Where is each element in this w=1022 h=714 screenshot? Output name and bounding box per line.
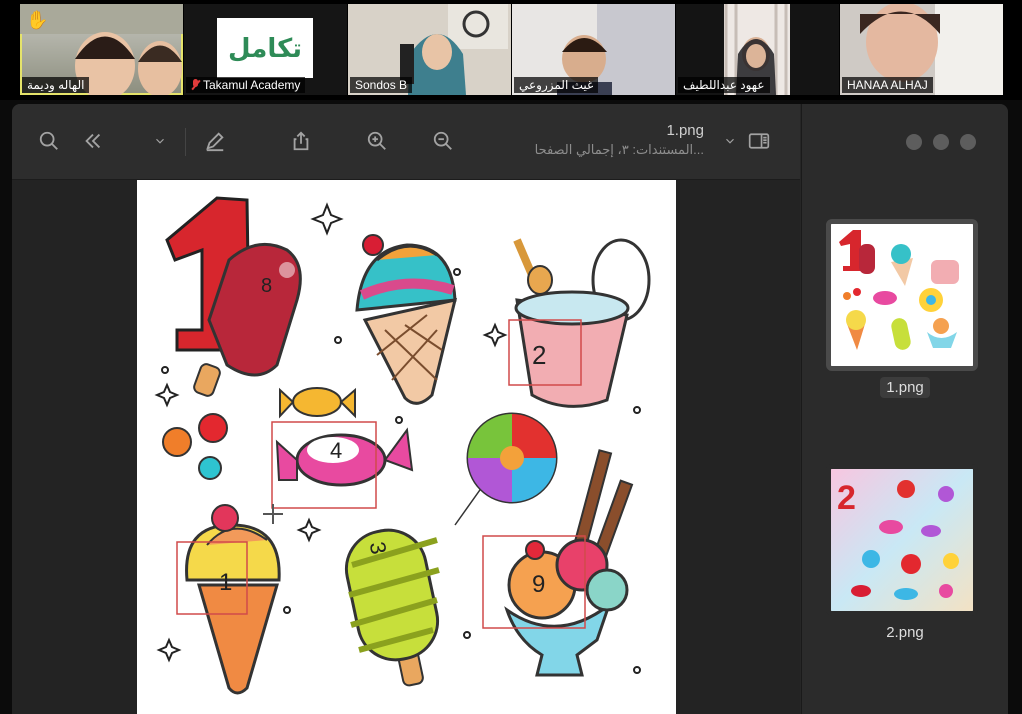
zoom-out-icon[interactable] bbox=[428, 126, 458, 156]
thumbnail-label: 1.png bbox=[880, 377, 930, 398]
raised-hand-icon: ✋ bbox=[26, 10, 49, 30]
thumbnail-sidebar: 1.png 2 2.png bbox=[801, 104, 1008, 714]
participant-name: الهاله وديمة bbox=[22, 77, 90, 93]
green-popsicle-illustration bbox=[344, 528, 440, 687]
page-number-8: 8 bbox=[261, 275, 272, 297]
participant-name: Takamul Academy bbox=[186, 77, 306, 93]
page-number-9: 9 bbox=[532, 571, 545, 598]
thumbnail-image-2: 2 bbox=[826, 464, 978, 616]
viewer-toolbar: 1.png المستندات: ٣، إجمالي الصفحا... bbox=[12, 104, 800, 180]
lollipop-illustration bbox=[452, 412, 558, 528]
gumball bbox=[162, 427, 192, 457]
markup-dropdown-chevron-icon[interactable] bbox=[150, 126, 170, 156]
participant-tile-2[interactable]: تكامل Takamul Academy bbox=[184, 4, 347, 95]
participant-name: غيث المزروعي bbox=[514, 77, 599, 93]
share-icon[interactable] bbox=[286, 126, 316, 156]
thumbnail-image-1 bbox=[826, 219, 978, 371]
gumball bbox=[198, 413, 228, 443]
participant-tile-4[interactable]: غيث المزروعي bbox=[512, 4, 675, 95]
participant-name: Sondos B bbox=[350, 77, 413, 93]
zoom-window-icon[interactable] bbox=[960, 134, 976, 150]
pencil-icon[interactable] bbox=[200, 126, 230, 156]
participant-strip: ✋ الهاله وديمة تكامل Takamul Academy Son… bbox=[0, 0, 1022, 100]
title-dropdown-chevron-icon[interactable] bbox=[720, 126, 740, 156]
document-subtitle: المستندات: ٣، إجمالي الصفحا... bbox=[534, 142, 704, 157]
participant-name: عهود عبداللطيف bbox=[678, 77, 770, 93]
gumball bbox=[198, 456, 222, 480]
double-chevron-left-icon[interactable] bbox=[78, 126, 108, 156]
document-page[interactable]: 8 2 4 1 3 9 bbox=[137, 180, 676, 714]
window-controls bbox=[906, 134, 987, 155]
minimize-window-icon[interactable] bbox=[933, 134, 949, 150]
ice-cream-tub-illustration bbox=[513, 238, 651, 408]
participant-name: HANAA ALHAJ bbox=[842, 77, 933, 93]
ice-cream-scoop-cone-illustration bbox=[185, 504, 281, 695]
thumbnail-2[interactable]: 2 2.png bbox=[826, 464, 984, 641]
page-number-1: 1 bbox=[219, 569, 232, 596]
document-filename: 1.png bbox=[666, 122, 704, 139]
page-number-2: 2 bbox=[532, 340, 546, 370]
participant-tile-1[interactable]: ✋ الهاله وديمة bbox=[20, 4, 183, 95]
takamul-logo: تكامل bbox=[217, 18, 313, 78]
toolbar-divider bbox=[185, 128, 186, 156]
ice-cream-cone-illustration bbox=[355, 234, 458, 405]
participant-tile-5[interactable]: عهود عبداللطيف bbox=[676, 4, 839, 95]
preview-window: 1.png المستندات: ٣، إجمالي الصفحا... 8 2… bbox=[12, 104, 1008, 714]
participant-name-text: Takamul Academy bbox=[203, 78, 301, 92]
document-canvas[interactable]: 8 2 4 1 3 9 bbox=[12, 180, 800, 714]
thumbnail-1[interactable]: 1.png bbox=[826, 219, 984, 398]
svg-text:2: 2 bbox=[837, 479, 856, 517]
zoom-in-icon[interactable] bbox=[362, 126, 392, 156]
search-icon[interactable] bbox=[34, 126, 64, 156]
sweets-thumbnail bbox=[831, 224, 973, 366]
sidebar-toggle-icon[interactable] bbox=[744, 126, 774, 156]
participant-tile-3[interactable]: Sondos B bbox=[348, 4, 511, 95]
muted-mic-icon bbox=[191, 79, 200, 90]
wrapped-candy-illustration bbox=[279, 387, 356, 419]
participant-tile-6[interactable]: HANAA ALHAJ bbox=[840, 4, 1003, 95]
page-number-4: 4 bbox=[330, 438, 342, 463]
thumbnail-label: 2.png bbox=[886, 624, 924, 641]
sweets-worksheet-image: 8 2 4 1 3 9 bbox=[154, 196, 651, 695]
close-window-icon[interactable] bbox=[906, 134, 922, 150]
candy-thumbnail: 2 bbox=[831, 469, 973, 611]
crosshair-cursor-icon bbox=[263, 504, 283, 524]
document-title-block: 1.png المستندات: ٣، إجمالي الصفحا... bbox=[535, 122, 704, 158]
pink-candy-illustration bbox=[275, 427, 414, 487]
